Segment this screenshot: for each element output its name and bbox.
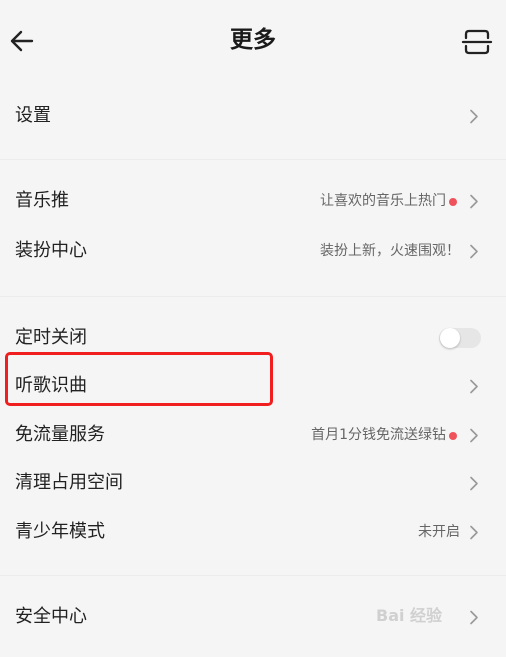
section-divider <box>0 159 506 160</box>
notification-dot <box>449 198 457 206</box>
settings-label: 设置 <box>15 105 51 126</box>
chevron-right-icon <box>470 428 478 443</box>
section-divider <box>0 575 506 576</box>
timer-close-label: 定时关闭 <box>15 327 87 348</box>
music-promote-row[interactable]: 音乐推 让喜欢的音乐上热门 <box>0 179 506 223</box>
clear-storage-label: 清理占用空间 <box>15 472 123 493</box>
dressup-center-row[interactable]: 装扮中心 装扮上新，火速围观！ <box>0 229 506 273</box>
teen-mode-label: 青少年模式 <box>15 521 105 542</box>
chevron-right-icon <box>470 109 478 124</box>
music-promote-subtitle: 让喜欢的音乐上热门 <box>320 193 446 209</box>
settings-row[interactable]: 设置 <box>0 94 506 138</box>
chevron-right-icon <box>470 476 478 491</box>
page-title: 更多 <box>230 27 276 53</box>
highlight-annotation-box <box>5 352 273 406</box>
toggle-knob <box>440 328 460 348</box>
chevron-right-icon <box>470 194 478 209</box>
teen-mode-status: 未开启 <box>418 524 460 540</box>
music-promote-label: 音乐推 <box>15 190 69 211</box>
top-bar: 更多 <box>0 0 506 72</box>
chevron-right-icon <box>470 244 478 259</box>
notification-dot <box>449 432 457 440</box>
teen-mode-row[interactable]: 青少年模式 未开启 <box>0 510 506 554</box>
timer-close-toggle[interactable] <box>439 328 481 348</box>
security-center-label: 安全中心 <box>15 606 87 627</box>
free-data-service-subtitle: 首月1分钱免流送绿钻 <box>311 427 446 443</box>
free-data-service-label: 免流量服务 <box>15 424 105 445</box>
dressup-center-subtitle: 装扮上新，火速围观！ <box>320 243 460 259</box>
chevron-right-icon <box>470 525 478 540</box>
free-data-service-row[interactable]: 免流量服务 首月1分钱免流送绿钻 <box>0 413 506 457</box>
clear-storage-row[interactable]: 清理占用空间 <box>0 461 506 505</box>
scan-icon[interactable] <box>460 25 494 59</box>
baidu-watermark: Bai 经验 <box>376 606 443 625</box>
dressup-center-label: 装扮中心 <box>15 240 87 261</box>
section-divider <box>0 296 506 297</box>
chevron-right-icon <box>470 379 478 394</box>
